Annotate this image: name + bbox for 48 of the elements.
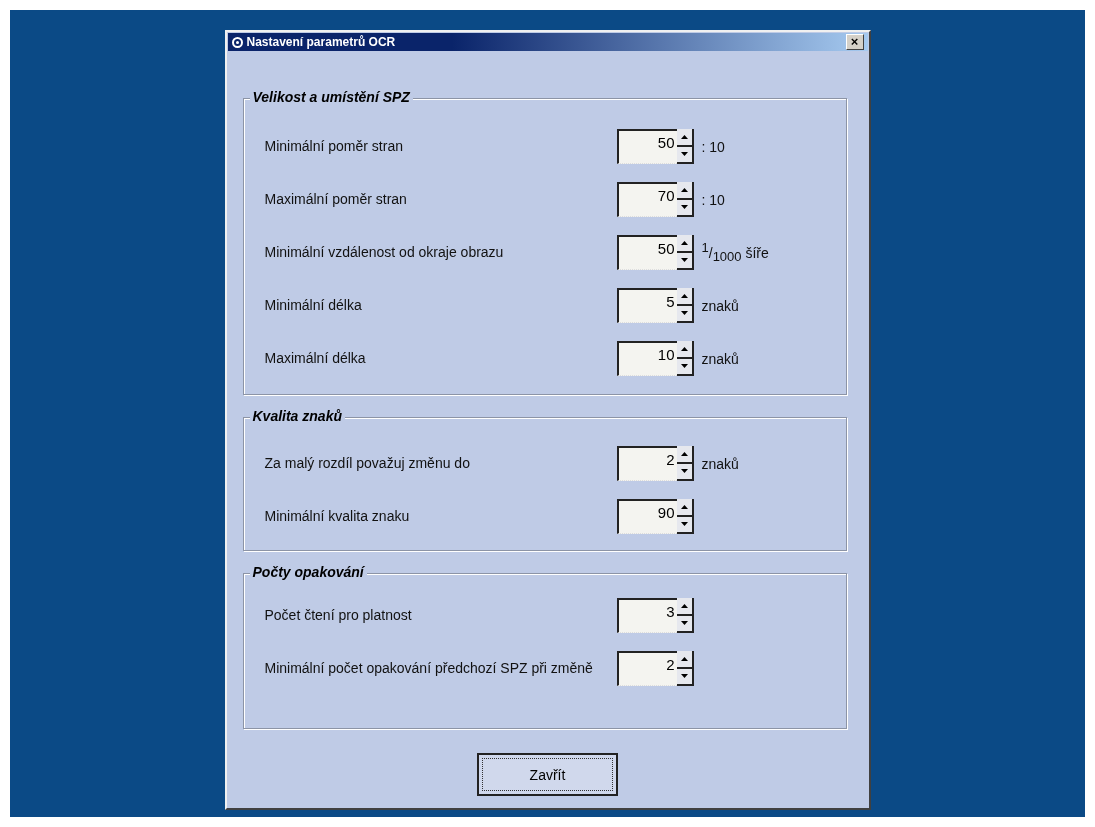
number-field[interactable]: 2 xyxy=(616,651,677,686)
number-field[interactable]: 2 xyxy=(616,446,677,481)
field-label: Minimální délka xyxy=(263,297,363,314)
field-label: Minimální poměr stran xyxy=(263,138,404,155)
field-label: Za malý rozdíl považuj změnu do xyxy=(263,455,471,472)
number-field[interactable]: 50 xyxy=(616,129,677,164)
up-triangle-icon xyxy=(680,134,688,139)
field-label: Minimální počet opakování předchozí SPZ při změně xyxy=(263,660,594,677)
up-triangle-icon xyxy=(680,504,688,509)
down-triangle-icon xyxy=(680,364,688,369)
down-triangle-icon xyxy=(680,311,688,316)
field-label: Počet čtení pro platnost xyxy=(263,607,413,624)
down-triangle-icon xyxy=(680,258,688,263)
down-triangle-icon xyxy=(680,674,688,679)
app-icon xyxy=(231,36,243,48)
up-triangle-icon xyxy=(680,293,688,298)
close-dialog-button[interactable]: Zavřít xyxy=(477,753,618,796)
down-triangle-icon xyxy=(680,621,688,626)
field-label: Minimální kvalita znaku xyxy=(263,508,411,525)
down-triangle-icon xyxy=(680,205,688,210)
up-triangle-icon xyxy=(680,240,688,245)
close-button[interactable]: × xyxy=(845,34,864,50)
window-title: Nastavení parametrů OCR xyxy=(246,35,397,49)
up-triangle-icon xyxy=(680,451,688,456)
number-field[interactable]: 50 xyxy=(616,235,677,270)
up-triangle-icon xyxy=(680,346,688,351)
down-triangle-icon xyxy=(680,469,688,474)
group-title: Velikost a umístění SPZ xyxy=(249,89,413,105)
number-field[interactable]: 5 xyxy=(616,288,677,323)
unit-label: znaků xyxy=(701,455,739,472)
up-triangle-icon xyxy=(680,603,688,608)
number-field[interactable]: 10 xyxy=(616,341,677,376)
field-label: Maximální délka xyxy=(263,350,367,367)
down-triangle-icon xyxy=(680,152,688,157)
number-field[interactable]: 3 xyxy=(616,598,677,633)
group-title: Počty opakování xyxy=(249,564,367,580)
up-triangle-icon xyxy=(680,187,688,192)
unit-label: znaků xyxy=(701,350,739,367)
number-field[interactable]: 70 xyxy=(616,182,677,217)
field-label: Minimální vzdálenost od okraje obrazu xyxy=(263,244,505,261)
number-field[interactable]: 90 xyxy=(616,499,677,534)
unit-label: : 10 xyxy=(701,138,725,155)
unit-label: znaků xyxy=(701,297,739,314)
field-label: Maximální poměr stran xyxy=(263,191,408,208)
up-triangle-icon xyxy=(680,656,688,661)
group-title: Kvalita znaků xyxy=(249,408,345,424)
unit-label: : 10 xyxy=(701,191,725,208)
down-triangle-icon xyxy=(680,522,688,527)
